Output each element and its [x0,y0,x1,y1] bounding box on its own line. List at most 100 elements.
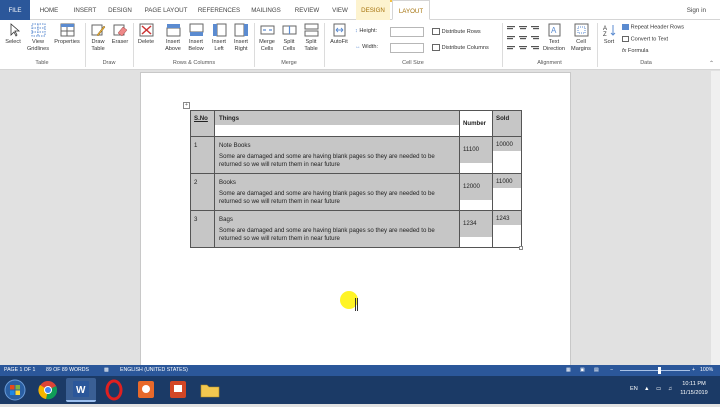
word-icon: W [73,381,89,397]
text-cursor-icon [355,298,358,311]
eraser-button[interactable]: Eraser [110,23,130,46]
input-language[interactable]: EN [630,385,638,394]
split-cells-button[interactable]: Split Cells [279,23,299,52]
group-label-table: Table [35,60,49,66]
split-table-icon [304,23,319,37]
draw-table-button[interactable]: Draw Table [87,23,109,52]
select-button[interactable]: Select [3,23,23,46]
view-gridlines-button[interactable]: View Gridlines [25,23,51,52]
height-input[interactable] [390,27,424,37]
page-count[interactable]: PAGE 1 OF 1 [4,365,35,376]
autofit-button[interactable]: AutoFit [326,23,352,46]
table-cell[interactable]: 11100 [459,136,493,174]
tab-page-layout[interactable]: PAGE LAYOUT [140,0,192,20]
taskbar-opera[interactable] [100,378,128,402]
clock-date[interactable]: 11/15/2019 [676,389,712,398]
tray-chevron-icon[interactable]: ▲ [644,385,650,394]
insert-above-button[interactable]: Insert Above [161,23,185,52]
insert-right-button[interactable]: Insert Right [229,23,253,52]
table-cell[interactable]: Sold [492,110,522,137]
tab-review[interactable]: REVIEW [290,0,324,20]
header-sno: S.No [194,115,208,122]
tab-table-design[interactable]: DESIGN [356,0,390,20]
convert-to-text-button[interactable]: Convert to Text [622,36,668,42]
cell-margins-button[interactable]: Cell Margins [568,23,594,52]
split-cells-icon [282,23,297,37]
tab-mailings[interactable]: MAILINGS [246,0,286,20]
table-properties-icon [60,23,75,37]
tab-table-layout[interactable]: LAYOUT [392,0,430,20]
distribute-columns-button[interactable]: Distribute Columns [432,44,489,51]
row-sno: 3 [194,216,198,223]
row-note: Some are damaged and some are having bla… [219,190,435,205]
table-cell[interactable]: 11000 [492,173,522,211]
tab-references[interactable]: REFERENCES [196,0,242,20]
repeat-header-rows-button[interactable]: Repeat Header Rows [622,24,684,30]
row-title: Books [219,179,236,186]
merge-cells-button[interactable]: Merge Cells [256,23,278,52]
vertical-scrollbar[interactable] [711,71,720,365]
table-cell[interactable]: S.No [190,110,215,137]
table-cell[interactable]: 2 [190,173,215,211]
tab-design[interactable]: DESIGN [104,0,136,20]
print-layout-icon[interactable]: ▣ [580,365,585,376]
sort-button[interactable]: AZ Sort [599,23,619,46]
word-count[interactable]: 89 OF 89 WORDS [46,365,89,376]
table-cell[interactable]: Things [214,110,460,137]
row-sold: 10000 [493,137,521,151]
network-icon[interactable]: ▭ [656,385,661,394]
taskbar-powerpoint[interactable] [164,378,192,402]
table-cell[interactable]: 10000 [492,136,522,174]
table-move-handle-icon[interactable]: + [183,102,190,109]
table-cell[interactable]: Note Books Some are damaged and some are… [214,136,460,174]
eraser-icon [113,23,128,37]
table-cell[interactable]: 1 [190,136,215,174]
windows-taskbar: W EN ▲ ▭ ♫ 10:11 PM 11/15/2019 [0,376,720,404]
start-button[interactable] [2,378,28,402]
text-direction-button[interactable]: A Text Direction [541,23,567,52]
width-input[interactable] [390,43,424,53]
tab-file[interactable]: FILE [0,0,30,20]
taskbar-file-explorer[interactable] [196,378,224,402]
proofing-icon[interactable]: ▩ [104,365,109,376]
volume-icon[interactable]: ♫ [668,385,672,394]
table-cell[interactable]: 3 [190,210,215,248]
taskbar-app-orange[interactable] [132,378,160,402]
delete-button[interactable]: Delete [135,23,157,46]
insert-left-icon [212,23,227,37]
table-row: 1 Note Books Some are damaged and some a… [190,136,522,174]
sign-in-link[interactable]: Sign in [687,0,706,21]
properties-button[interactable]: Properties [52,23,82,46]
zoom-slider-thumb[interactable] [658,367,661,374]
table-row: 2 Books Some are damaged and some are ha… [190,173,522,211]
zoom-in-icon[interactable]: + [692,365,695,376]
taskbar-chrome[interactable] [34,378,62,402]
distribute-rows-button[interactable]: Distribute Rows [432,28,481,35]
formula-button[interactable]: fx Formula [622,48,648,54]
zoom-slider[interactable] [620,370,690,371]
group-label-data: Data [640,60,652,66]
collapse-ribbon-icon[interactable]: ⌃ [709,60,714,67]
read-mode-icon[interactable]: ▦ [566,365,571,376]
insert-left-button[interactable]: Insert Left [207,23,231,52]
table-cell[interactable]: Bags Some are damaged and some are havin… [214,210,460,248]
web-layout-icon[interactable]: ▤ [594,365,599,376]
tab-home[interactable]: HOME [34,0,64,20]
zoom-out-icon[interactable]: − [610,365,613,376]
table-resize-handle[interactable] [519,246,523,250]
language-indicator[interactable]: ENGLISH (UNITED STATES) [120,365,188,376]
document-table[interactable]: S.No Things Number Sold 1 Note Books Som… [190,110,522,248]
table-cell[interactable]: 1234 [459,210,493,248]
clock-time[interactable]: 10:11 PM [676,380,712,389]
table-cell[interactable]: Number [459,110,493,137]
table-cell[interactable]: 1243 [492,210,522,248]
taskbar-word[interactable]: W [66,378,96,402]
split-table-button[interactable]: Split Table [301,23,321,52]
tab-insert[interactable]: INSERT [68,0,102,20]
insert-below-button[interactable]: Insert Below [184,23,208,52]
alignment-grid[interactable] [506,24,542,54]
table-cell[interactable]: 12000 [459,173,493,211]
table-cell[interactable]: Books Some are damaged and some are havi… [214,173,460,211]
zoom-level[interactable]: 100% [700,365,713,376]
tab-view[interactable]: VIEW [326,0,354,20]
